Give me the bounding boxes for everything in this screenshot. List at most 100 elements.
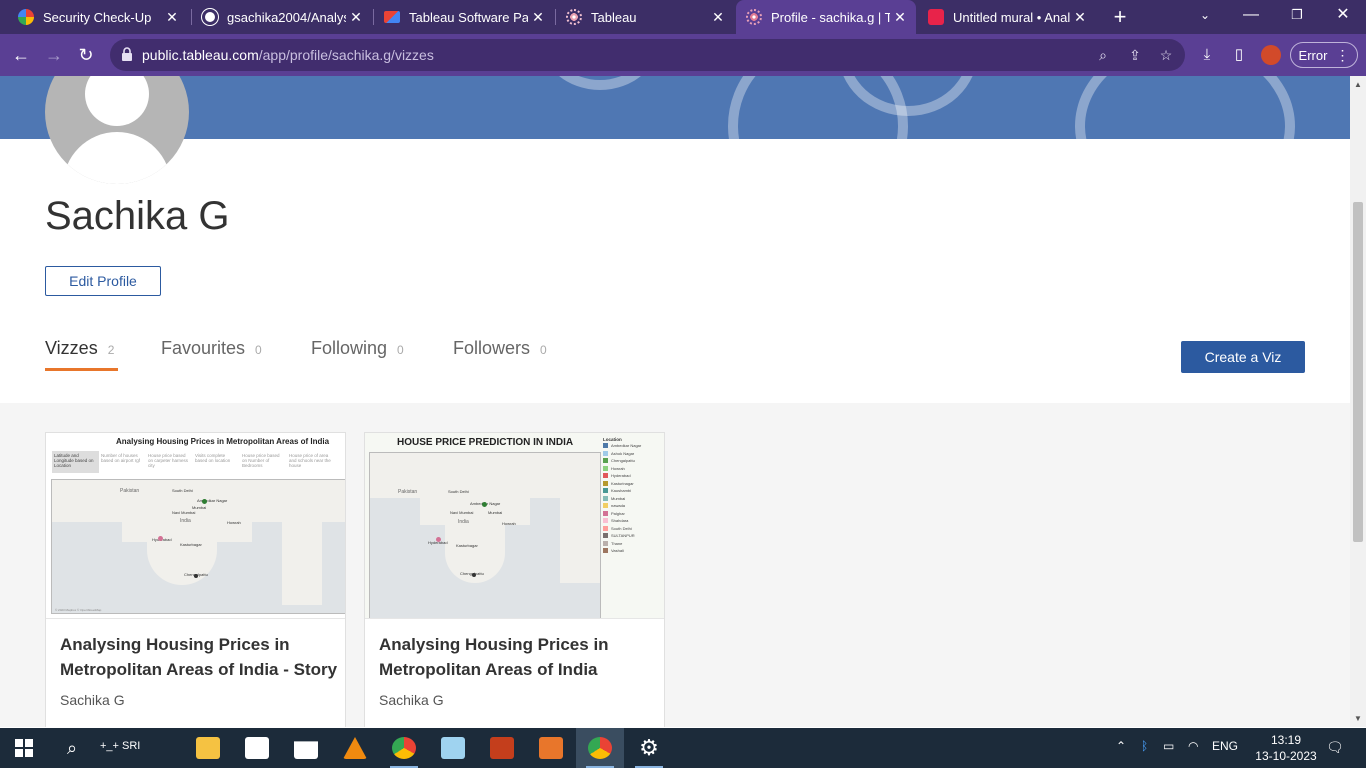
taskbar-snipping[interactable] [429, 728, 477, 768]
scroll-down-arrow-icon[interactable]: ▼ [1353, 714, 1363, 723]
story-point[interactable]: House price of area and schools near the… [287, 451, 334, 473]
viz-thumbnail[interactable]: HOUSE PRICE PREDICTION IN INDIA Pakistan… [365, 433, 664, 619]
taskbar-app[interactable] [233, 728, 281, 768]
legend-swatch [603, 510, 608, 516]
viz-gallery: Analysing Housing Prices in Metropolitan… [0, 403, 1350, 727]
restore-button[interactable]: ❐ [1274, 0, 1320, 30]
tab-count: 0 [255, 343, 262, 357]
snipping-icon [441, 737, 465, 759]
legend-label: Vashali [611, 548, 624, 554]
side-panel-icon[interactable]: ▯ [1229, 45, 1249, 65]
bluetooth-icon[interactable]: ᛒ [1141, 739, 1148, 753]
create-viz-button[interactable]: Create a Viz [1181, 341, 1305, 373]
error-button[interactable]: Error ⋮ [1290, 42, 1358, 68]
legend-swatch [603, 473, 608, 479]
reload-button[interactable]: ↻ [73, 42, 99, 68]
new-tab-button[interactable]: + [1108, 4, 1132, 30]
scroll-up-arrow-icon[interactable]: ▲ [1353, 80, 1363, 89]
taskbar-mail[interactable] [282, 728, 330, 768]
forward-button[interactable]: → [41, 42, 67, 68]
story-point[interactable]: Number of houses based on airport rgf [99, 451, 146, 473]
close-tab-icon[interactable]: ✕ [162, 9, 182, 26]
close-tab-icon[interactable]: ✕ [1070, 9, 1090, 26]
back-button[interactable]: ← [8, 42, 34, 68]
close-tab-icon[interactable]: ✕ [708, 9, 728, 26]
legend-swatch [603, 518, 608, 524]
viz-author[interactable]: Sachika G [60, 692, 125, 708]
edit-profile-button[interactable]: Edit Profile [45, 266, 161, 296]
page-scrollbar[interactable]: ▲ ▼ [1350, 76, 1366, 727]
share-icon[interactable]: ⇪ [1126, 46, 1144, 64]
story-point[interactable]: Visits complete based on location [193, 451, 240, 473]
browser-tab-gmail[interactable]: Tableau Software Pas ✕ [374, 0, 554, 34]
taskbar-app-orange[interactable] [527, 728, 575, 768]
browser-tab-mural[interactable]: Untitled mural • Anal ✕ [918, 0, 1096, 34]
minimize-button[interactable]: — [1228, 0, 1274, 30]
tab-label: Vizzes [45, 338, 98, 358]
legend-label: Ambedkar Nagar [611, 443, 642, 449]
story-navigator: Latitude and Longitude based on Location… [52, 451, 345, 473]
taskbar-search-text[interactable]: +_+ SRI [100, 740, 140, 752]
taskbar-powerpoint[interactable] [478, 728, 526, 768]
map-label: Navi Mumbai [450, 510, 474, 515]
close-tab-icon[interactable]: ✕ [528, 9, 548, 26]
legend-item: Palghar [603, 510, 663, 518]
address-bar[interactable]: public.tableau.com/app/profile/sachika.g… [110, 39, 1185, 71]
viz-thumbnail[interactable]: Analysing Housing Prices in Metropolitan… [46, 433, 345, 619]
mail-icon [294, 741, 318, 759]
taskbar-chrome[interactable] [380, 728, 428, 768]
browser-tab-security-checkup[interactable]: Security Check-Up ✕ [8, 0, 188, 34]
browser-tabbar: Security Check-Up ✕ gsachika2004/Analysi… [0, 0, 1366, 34]
browser-tab-github[interactable]: gsachika2004/Analysi ✕ [192, 0, 372, 34]
search-button[interactable]: ⌕ [48, 728, 96, 768]
app-orange-icon [539, 737, 563, 759]
viz-title[interactable]: Analysing Housing Prices in Metropolitan… [60, 632, 340, 682]
tab-following[interactable]: Following 0 [311, 338, 404, 359]
taskbar-chrome-active[interactable] [576, 728, 624, 768]
clock-date: 13-10-2023 [1255, 749, 1317, 763]
taskbar-vlc[interactable] [331, 728, 379, 768]
map-label: Mumbai [488, 510, 503, 515]
viz-card[interactable]: Analysing Housing Prices in Metropolitan… [45, 432, 346, 727]
story-point[interactable]: Latitude and Longitude based on Location [52, 451, 99, 473]
app-icon [245, 737, 269, 759]
browser-tab-profile[interactable]: Profile - sachika.g | Ta ✕ [736, 0, 916, 34]
bookmark-star-icon[interactable]: ☆ [1157, 46, 1175, 64]
browser-tab-tableau[interactable]: Tableau ✕ [556, 0, 734, 34]
close-window-button[interactable]: ✕ [1320, 0, 1366, 30]
story-point[interactable]: House price based on Number of Bedrooms [240, 451, 287, 473]
legend-item: SULTANPUR [603, 532, 663, 540]
tab-title: Tableau [591, 9, 637, 25]
story-point[interactable]: House price based on carpeter harness ci… [146, 451, 193, 473]
map-credit: © 2023 Mapbox © OpenStreetMap [55, 608, 102, 612]
tab-favourites[interactable]: Favourites 0 [161, 338, 262, 359]
url-text[interactable]: public.tableau.com/app/profile/sachika.g… [142, 47, 434, 63]
tab-followers[interactable]: Followers 0 [453, 338, 547, 359]
viz-card[interactable]: HOUSE PRICE PREDICTION IN INDIA Pakistan… [364, 432, 665, 727]
start-button[interactable] [0, 728, 48, 768]
lock-icon[interactable] [122, 47, 132, 61]
taskbar-settings[interactable]: ⚙ [625, 728, 673, 768]
map-marker [472, 573, 476, 577]
tab-vizzes[interactable]: Vizzes 2 [45, 338, 119, 371]
notifications-icon[interactable]: 🗨 [1326, 739, 1344, 756]
battery-icon[interactable]: ▭ [1163, 739, 1174, 753]
zoom-search-icon[interactable]: ⌕ [1094, 46, 1112, 64]
close-tab-icon[interactable]: ✕ [890, 9, 910, 26]
tableau-icon [566, 9, 582, 25]
system-clock[interactable]: 13:19 13-10-2023 [1250, 732, 1322, 764]
scrollbar-thumb[interactable] [1353, 202, 1363, 542]
language-indicator[interactable]: ENG [1212, 739, 1238, 753]
legend-label: Thane [611, 540, 623, 546]
close-tab-icon[interactable]: ✕ [346, 9, 366, 26]
download-icon[interactable]: ⤓ [1197, 45, 1217, 65]
legend-item: Mumbai [603, 495, 663, 503]
profile-avatar-icon[interactable] [1261, 45, 1281, 65]
tab-search-chevron-icon[interactable]: ⌄ [1182, 0, 1228, 30]
viz-title[interactable]: Analysing Housing Prices in Metropolitan… [379, 632, 659, 682]
taskbar-file-explorer[interactable] [184, 728, 232, 768]
viz-author[interactable]: Sachika G [379, 692, 444, 708]
wifi-icon[interactable]: ◠ [1188, 739, 1198, 753]
show-hidden-icons-icon[interactable]: ⌃ [1116, 739, 1126, 753]
legend-items: Ambedkar Nagar Ashok Nagar Chengalpattu How… [603, 442, 663, 555]
